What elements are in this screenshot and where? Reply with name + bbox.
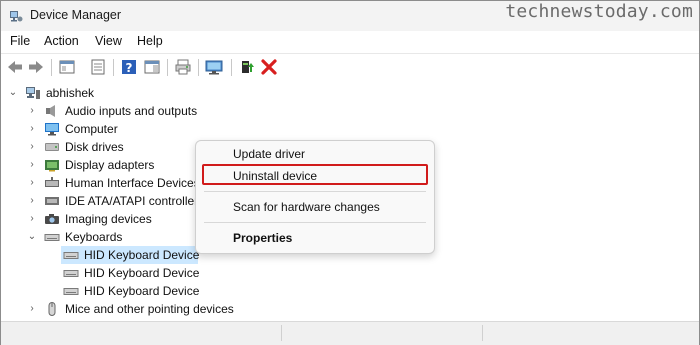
tree-item-label: Mice and other pointing devices xyxy=(65,302,234,316)
action-pane-icon[interactable] xyxy=(143,58,161,76)
properties-icon[interactable] xyxy=(89,58,107,76)
tree-item-label: HID Keyboard Device xyxy=(84,248,200,262)
chevron-right-icon[interactable]: › xyxy=(27,210,37,228)
context-menu: Update driver Uninstall device Scan for … xyxy=(195,140,435,254)
keyboard-icon xyxy=(44,234,60,241)
tree-item-label: Disk drives xyxy=(65,140,124,154)
toolbar: ? xyxy=(1,53,699,83)
tree-item-label: Audio inputs and outputs xyxy=(65,104,198,118)
ctx-scan-hardware[interactable]: Scan for hardware changes xyxy=(233,200,380,214)
keyboard-icon xyxy=(63,270,79,277)
toolbar-separator xyxy=(167,59,168,76)
tree-item-hid-keyboard-2[interactable]: HID Keyboard Device xyxy=(1,264,301,282)
tree-item-computer[interactable]: › Computer xyxy=(1,120,301,138)
tree-item-label: IDE ATA/ATAPI controllers xyxy=(65,194,205,208)
console-tree-icon[interactable] xyxy=(58,58,76,76)
chevron-right-icon[interactable]: › xyxy=(27,192,37,210)
forward-arrow-icon[interactable] xyxy=(27,58,45,76)
menu-help[interactable]: Help xyxy=(137,34,163,48)
uninstall-icon[interactable] xyxy=(260,58,278,76)
device-manager-icon xyxy=(10,11,23,22)
chevron-right-icon[interactable]: › xyxy=(27,120,37,138)
chevron-right-icon[interactable]: › xyxy=(27,138,37,156)
tree-item-label: Human Interface Devices xyxy=(65,176,200,190)
tree-item-hid-keyboard-3[interactable]: HID Keyboard Device xyxy=(1,282,301,300)
toolbar-separator xyxy=(51,59,52,76)
toolbar-separator xyxy=(113,59,114,76)
watermark: technewstoday.com xyxy=(505,1,693,22)
ide-icon xyxy=(45,197,59,205)
menu-action[interactable]: Action xyxy=(44,34,79,48)
keyboard-icon xyxy=(63,288,79,295)
monitor-icon[interactable] xyxy=(205,58,223,76)
ctx-uninstall-device[interactable]: Uninstall device xyxy=(233,169,317,183)
toolbar-separator xyxy=(198,59,199,76)
menu-view[interactable]: View xyxy=(95,34,122,48)
chevron-down-icon[interactable]: ⌄ xyxy=(27,228,37,246)
tree-item-label: HID Keyboard Device xyxy=(84,284,200,298)
toolbar-separator xyxy=(231,59,232,76)
status-bar xyxy=(1,321,699,345)
tree-item-label: Display adapters xyxy=(65,158,155,172)
tree-root[interactable]: ⌄ abhishek xyxy=(1,84,301,102)
display-adapter-icon xyxy=(45,160,59,172)
update-driver-icon[interactable] xyxy=(238,58,256,76)
chevron-down-icon[interactable]: ⌄ xyxy=(8,84,18,102)
tree-item-audio[interactable]: › Audio inputs and outputs xyxy=(1,102,301,120)
back-arrow-icon[interactable] xyxy=(6,58,24,76)
help-icon[interactable]: ? xyxy=(120,58,138,76)
print-icon[interactable] xyxy=(174,58,192,76)
mouse-icon xyxy=(48,302,56,316)
hid-icon xyxy=(45,177,59,187)
menu-bar: File Action View Help xyxy=(1,31,699,53)
tree-item-label: HID Keyboard Device xyxy=(84,266,200,280)
disk-icon xyxy=(45,143,59,151)
svg-text:?: ? xyxy=(126,61,133,75)
camera-icon xyxy=(45,214,59,224)
chevron-right-icon[interactable]: › xyxy=(27,156,37,174)
ctx-properties[interactable]: Properties xyxy=(233,231,292,245)
computer-icon xyxy=(45,123,59,136)
chevron-right-icon[interactable]: › xyxy=(27,300,37,318)
menu-file[interactable]: File xyxy=(10,34,30,48)
speaker-icon xyxy=(46,105,55,117)
tree-item-mice[interactable]: › Mice and other pointing devices xyxy=(1,300,301,318)
status-cell xyxy=(282,325,483,341)
menu-separator xyxy=(204,191,426,192)
status-cell xyxy=(1,325,282,341)
keyboard-icon xyxy=(63,252,79,259)
tree-item-label: Keyboards xyxy=(65,230,123,244)
tree-item-label: Computer xyxy=(65,122,118,136)
menu-separator xyxy=(204,222,426,223)
ctx-update-driver[interactable]: Update driver xyxy=(233,147,305,161)
tree-item-label: Imaging devices xyxy=(65,212,152,226)
computer-root-icon xyxy=(26,87,40,99)
title-bar: Device Manager technewstoday.com xyxy=(1,1,699,31)
chevron-right-icon[interactable]: › xyxy=(27,102,37,120)
window-title: Device Manager xyxy=(30,8,122,22)
tree-root-label: abhishek xyxy=(46,86,95,100)
chevron-right-icon[interactable]: › xyxy=(27,174,37,192)
device-manager-window: Device Manager technewstoday.com File Ac… xyxy=(0,0,700,345)
